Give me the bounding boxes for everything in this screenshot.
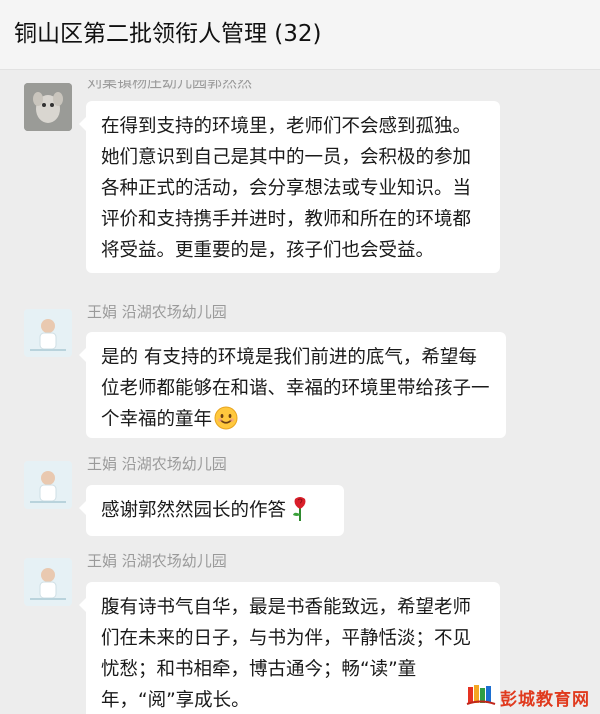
- sender-name: 王娟 沿湖农场幼儿园: [87, 303, 227, 321]
- book-logo-icon: [466, 683, 496, 711]
- baby-photo-avatar[interactable]: [24, 558, 72, 606]
- baby-photo-avatar[interactable]: [24, 309, 72, 357]
- watermark-text: 彭城教育网: [500, 689, 590, 710]
- smile-emoji-icon: [214, 406, 238, 430]
- message-bubble[interactable]: 在得到支持的环境里，老师们不会感到孤独。她们意识到自己是其中的一员，会积极的参加…: [79, 101, 500, 273]
- baby-photo-avatar[interactable]: [24, 461, 72, 509]
- chat-header: 铜山区第二批领衔人管理 (32): [0, 0, 600, 70]
- sender-name: 刘集镇杨庄幼儿园郭然然: [87, 73, 253, 91]
- rose-emoji-icon: [290, 496, 310, 522]
- message-bubble[interactable]: 感谢郭然然园长的作答: [79, 485, 344, 536]
- chat-title: 铜山区第二批领衔人管理 (32): [14, 21, 322, 47]
- message-text: 腹有诗书气自华，最是书香能致远，希望老师们在未来的日子，与书为伴，平静恬淡；不见…: [101, 597, 472, 711]
- sender-name: 王娟 沿湖农场幼儿园: [87, 455, 227, 473]
- message-bubble[interactable]: 腹有诗书气自华，最是书香能致远，希望老师们在未来的日子，与书为伴，平静恬淡；不见…: [79, 582, 500, 714]
- message-list[interactable]: 刘集镇杨庄幼儿园郭然然 在得到支持的环境里，老师们不会感到孤独。她们意识到自己是…: [0, 71, 600, 714]
- message-text: 是的 有支持的环境是我们前进的底气，希望每位老师都能够在和谐、幸福的环境里带给孩…: [101, 347, 490, 430]
- sender-name: 王娟 沿湖农场幼儿园: [87, 552, 227, 570]
- message-text: 在得到支持的环境里，老师们不会感到孤独。她们意识到自己是其中的一员，会积极的参加…: [101, 116, 472, 261]
- site-watermark: 彭城教育网: [466, 684, 590, 710]
- message-bubble[interactable]: 是的 有支持的环境是我们前进的底气，希望每位老师都能够在和谐、幸福的环境里带给孩…: [79, 332, 506, 438]
- message-text: 感谢郭然然园长的作答: [101, 500, 287, 521]
- user-photo-avatar[interactable]: [24, 83, 72, 131]
